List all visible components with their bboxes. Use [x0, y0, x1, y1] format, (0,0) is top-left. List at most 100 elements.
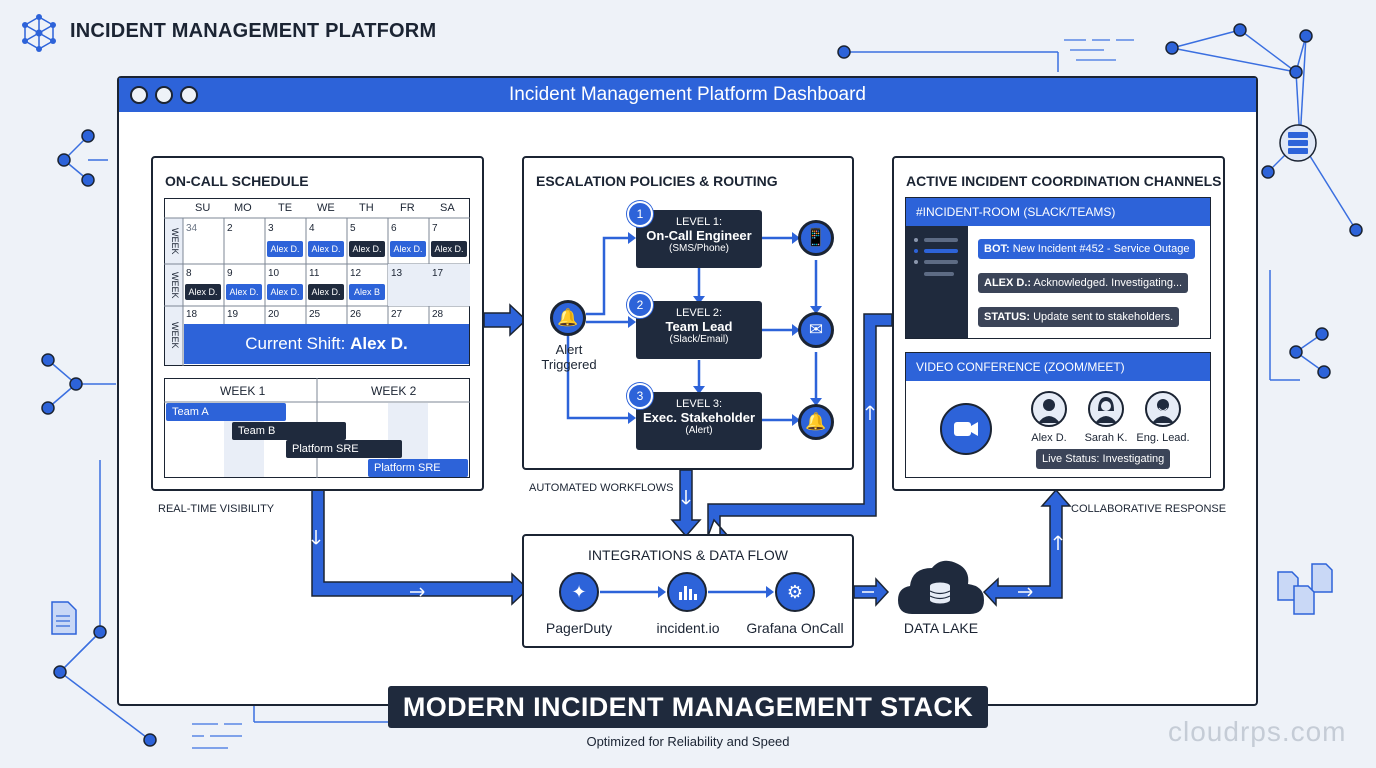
email-icon: ✉ [798, 312, 834, 348]
avatar-icon [1088, 391, 1124, 427]
oncall-panel-title: ON-CALL SCHEDULE [165, 173, 309, 189]
date-cell[interactable]: 2 [227, 223, 233, 234]
gantt-bar-team-a[interactable]: Team A [166, 403, 286, 421]
level-1-channel: (SMS/Phone) [668, 243, 730, 254]
chat-message-alex: ALEX D.: Acknowledged. Investigating... [978, 273, 1189, 293]
alert-triggered-label: Alert Triggered [534, 342, 604, 372]
chat-message-bot: BOT: New Incident #452 - Service Outage [978, 239, 1196, 259]
date-cell[interactable]: 3 [268, 223, 274, 234]
shift-pill[interactable]: Alex D. [185, 284, 221, 300]
participant-name: Sarah K. [1084, 432, 1128, 444]
live-status-badge: Live Status: Investigating [1036, 449, 1171, 469]
current-shift-name: Alex D. [350, 334, 408, 353]
current-shift-prefix: Current Shift: [245, 334, 346, 353]
gantt-bar-platform-sre-dark[interactable]: Platform SRE [286, 440, 402, 458]
gantt-week1-header: WEEK 1 [220, 384, 266, 398]
level-3-name: Exec. Stakeholder [643, 410, 755, 425]
level-3-channel: (Alert) [685, 425, 713, 436]
incident-room-header: #INCIDENT-ROOM (SLACK/TEAMS) [906, 198, 1210, 226]
date-cell[interactable]: 11 [309, 268, 319, 279]
current-shift-label: Current Shift: Alex D. [184, 334, 469, 354]
level-2-channel: (Slack/Email) [669, 334, 729, 345]
message-text: Acknowledged. Investigating... [1033, 277, 1183, 289]
tool-label-grafana-oncall: Grafana OnCall [746, 620, 844, 636]
avatar-icon [1031, 391, 1067, 427]
date-cell[interactable]: 26 [350, 309, 361, 320]
date-cell[interactable]: 9 [227, 268, 233, 279]
step-number-3: 3 [627, 383, 653, 409]
date-cell[interactable]: 20 [268, 309, 279, 320]
day-header-su: SU [195, 202, 211, 214]
bell-icon: 🔔 [550, 300, 586, 336]
escalation-level-3[interactable]: LEVEL 3: Exec. Stakeholder (Alert) [636, 392, 762, 450]
shift-pill[interactable]: Alex D. [431, 241, 467, 257]
day-header-tu: TE [278, 202, 293, 214]
watermark-text: cloudrps.com [1168, 716, 1347, 747]
shift-pill[interactable]: Alex D. [267, 284, 303, 300]
alert-line2: Triggered [541, 357, 597, 372]
date-cell[interactable]: 27 [391, 309, 402, 320]
date-cell[interactable]: 25 [309, 309, 320, 320]
chat-message-status: STATUS: Update sent to stakeholders. [978, 307, 1180, 327]
stack-banner-subtitle: Optimized for Reliability and Speed [586, 734, 790, 749]
week-label-2: WEEK [170, 272, 180, 299]
date-cell[interactable]: 4 [309, 223, 315, 234]
shift-pill[interactable]: Alex D. [349, 241, 385, 257]
gantt-bar-team-b[interactable]: Team B [232, 422, 346, 440]
date-cell[interactable]: 6 [391, 223, 397, 234]
date-cell[interactable]: 19 [227, 309, 238, 320]
datalake-label: DATA LAKE [903, 620, 979, 636]
chat-sidebar-items [914, 238, 958, 276]
step-number-1: 1 [627, 201, 653, 227]
date-cell[interactable]: 13 [391, 268, 402, 279]
date-cell[interactable]: 17 [432, 268, 443, 279]
day-header-th: TH [359, 202, 374, 214]
video-camera-icon[interactable] [940, 403, 992, 455]
date-cell[interactable]: 5 [350, 223, 356, 234]
message-author: ALEX D.: [984, 277, 1032, 289]
week-label-3: WEEK [170, 322, 180, 349]
escalation-level-1[interactable]: LEVEL 1: On-Call Engineer (SMS/Phone) [636, 210, 762, 268]
day-header-we: WE [317, 202, 335, 214]
incident-io-icon[interactable] [667, 572, 707, 612]
message-author: STATUS: [984, 311, 1031, 323]
grafana-oncall-icon[interactable]: ⚙ [775, 572, 815, 612]
participant-name: Eng. Lead. [1136, 432, 1190, 444]
step-number-2: 2 [627, 292, 653, 318]
day-header-fr: FR [400, 202, 415, 214]
escalation-level-2[interactable]: LEVEL 2: Team Lead (Slack/Email) [636, 301, 762, 359]
date-cell[interactable]: 18 [186, 309, 197, 320]
channels-panel-title: ACTIVE INCIDENT COORDINATION CHANNELS [906, 173, 1222, 189]
date-cell[interactable]: 12 [350, 268, 361, 279]
caption-realtime-visibility: REAL-TIME VISIBILITY [158, 503, 275, 515]
message-text: New Incident #452 - Service Outage [1012, 243, 1190, 255]
week-label-1: WEEK [170, 228, 180, 255]
shift-pill[interactable]: Alex D. [267, 241, 303, 257]
date-cell[interactable]: 10 [268, 268, 279, 279]
message-text: Update sent to stakeholders. [1033, 311, 1174, 323]
cloud-database-icon[interactable] [896, 558, 986, 618]
caption-collaborative-response: COLLABORATIVE RESPONSE [1071, 503, 1227, 515]
tool-label-pagerduty: PagerDuty [545, 620, 613, 636]
date-cell[interactable]: 7 [432, 223, 438, 234]
date-cell[interactable]: 8 [186, 268, 192, 279]
day-header-sa: SA [440, 202, 455, 214]
level-1-name: On-Call Engineer [646, 228, 752, 243]
date-cell[interactable]: 34 [186, 223, 197, 234]
date-cell[interactable]: 28 [432, 309, 443, 320]
shift-pill[interactable]: Alex B [349, 284, 385, 300]
gantt-bar-platform-sre-blue[interactable]: Platform SRE [368, 459, 468, 477]
shift-pill[interactable]: Alex D. [390, 241, 426, 257]
level-2-name: Team Lead [665, 319, 733, 334]
level-2-label: LEVEL 2: [675, 307, 723, 319]
shift-pill[interactable]: Alex D. [226, 284, 262, 300]
phone-icon: 📱 [798, 220, 834, 256]
message-author: BOT: [984, 243, 1010, 255]
alert-line1: Alert [555, 342, 583, 357]
caption-automated-workflows: AUTOMATED WORKFLOWS [529, 482, 674, 494]
shift-pill[interactable]: Alex D. [308, 241, 344, 257]
stack-banner-title: MODERN INCIDENT MANAGEMENT STACK [388, 686, 988, 728]
shift-pill[interactable]: Alex D. [308, 284, 344, 300]
pagerduty-icon[interactable]: ✦ [559, 572, 599, 612]
day-header-mo: MO [234, 202, 252, 214]
